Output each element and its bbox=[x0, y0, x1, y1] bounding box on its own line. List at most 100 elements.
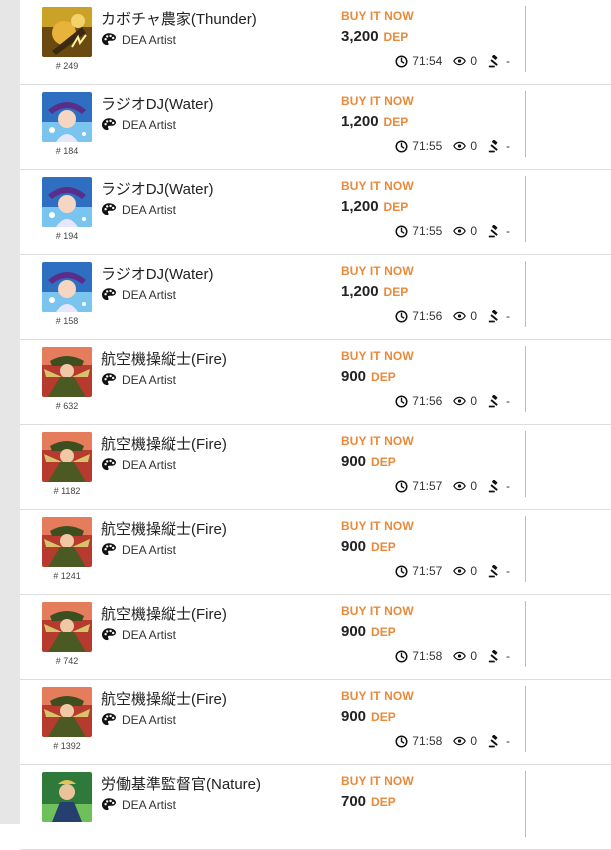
item-thumbnail[interactable] bbox=[42, 347, 92, 397]
price: 900 DEP bbox=[341, 453, 396, 470]
left-gutter bbox=[0, 0, 20, 824]
item-name[interactable]: ラジオDJ(Water) bbox=[101, 93, 213, 114]
palette-icon bbox=[101, 712, 122, 728]
gavel-icon bbox=[488, 564, 506, 578]
time-remaining-value: 71:57 bbox=[412, 564, 443, 578]
buy-it-now-label: BUY IT NOW bbox=[341, 689, 414, 703]
item-thumbnail[interactable] bbox=[42, 7, 92, 57]
item-name[interactable]: ラジオDJ(Water) bbox=[101, 178, 213, 199]
buy-it-now-label: BUY IT NOW bbox=[341, 604, 414, 618]
artist-name: DEA Artist bbox=[122, 713, 177, 727]
item-thumbnail[interactable] bbox=[42, 602, 92, 652]
time-remaining: 71:58 bbox=[395, 649, 442, 663]
item-thumbnail[interactable] bbox=[42, 92, 92, 142]
view-count-value: 0 bbox=[470, 649, 477, 663]
listing-row[interactable]: # 1182 航空機操縦士(Fire) DEA Artist BUY IT NOW 90… bbox=[20, 425, 611, 510]
item-thumbnail[interactable] bbox=[42, 517, 92, 567]
serial-number: # 184 bbox=[55, 146, 79, 156]
listing-row[interactable]: 労働基準監督官(Nature) DEA Artist BUY IT NOW 700 DE… bbox=[20, 765, 611, 850]
view-count-value: 0 bbox=[470, 394, 477, 408]
listing-row[interactable]: # 632 航空機操縦士(Fire) DEA Artist BUY IT NOW 900… bbox=[20, 340, 611, 425]
view-count-value: 0 bbox=[470, 54, 477, 68]
view-count: 0 bbox=[453, 54, 477, 68]
listing-stats: 71:58 0 - bbox=[384, 647, 510, 665]
view-count: 0 bbox=[453, 479, 477, 493]
eye-icon bbox=[453, 651, 470, 661]
gavel-icon bbox=[488, 649, 506, 663]
listing-stats: 71:56 0 - bbox=[384, 307, 510, 325]
price: 700 DEP bbox=[341, 793, 396, 810]
time-remaining: 71:56 bbox=[395, 309, 442, 323]
column-divider bbox=[525, 91, 526, 157]
item-name[interactable]: カボチャ農家(Thunder) bbox=[101, 8, 257, 29]
artist-line: DEA Artist bbox=[101, 542, 176, 558]
listing-row[interactable]: # 249 カボチャ農家(Thunder) DEA Artist BUY IT NOW… bbox=[20, 0, 611, 85]
price: 1,200 DEP bbox=[341, 198, 408, 215]
eye-icon bbox=[453, 56, 470, 66]
column-divider bbox=[525, 346, 526, 412]
bid-count-value: - bbox=[506, 224, 510, 238]
item-name[interactable]: 航空機操縦士(Fire) bbox=[101, 433, 227, 454]
eye-icon bbox=[453, 226, 470, 236]
eye-icon bbox=[453, 566, 470, 576]
serial-number: # 158 bbox=[55, 316, 79, 326]
item-name[interactable]: ラジオDJ(Water) bbox=[101, 263, 213, 284]
item-name[interactable]: 労働基準監督官(Nature) bbox=[101, 773, 261, 794]
bid-count: - bbox=[488, 394, 510, 408]
artist-name: DEA Artist bbox=[122, 203, 177, 217]
price-amount: 900 bbox=[341, 538, 367, 555]
bid-count-value: - bbox=[506, 649, 510, 663]
artist-line: DEA Artist bbox=[101, 372, 176, 388]
column-divider bbox=[525, 686, 526, 752]
item-thumbnail[interactable] bbox=[42, 772, 92, 822]
time-remaining: 71:55 bbox=[395, 139, 442, 153]
listing-row[interactable]: # 194 ラジオDJ(Water) DEA Artist BUY IT NOW 1,2… bbox=[20, 170, 611, 255]
clock-icon bbox=[395, 224, 412, 238]
time-remaining-value: 71:55 bbox=[412, 139, 443, 153]
item-thumbnail[interactable] bbox=[42, 687, 92, 737]
item-name[interactable]: 航空機操縦士(Fire) bbox=[101, 348, 227, 369]
gavel-icon bbox=[488, 734, 506, 748]
item-thumbnail[interactable] bbox=[42, 432, 92, 482]
price-amount: 900 bbox=[341, 623, 367, 640]
time-remaining-value: 71:57 bbox=[412, 479, 443, 493]
item-thumbnail[interactable] bbox=[42, 177, 92, 227]
view-count-value: 0 bbox=[470, 479, 477, 493]
price: 1,200 DEP bbox=[341, 283, 408, 300]
listing-row[interactable]: # 158 ラジオDJ(Water) DEA Artist BUY IT NOW 1,2… bbox=[20, 255, 611, 340]
clock-icon bbox=[395, 734, 412, 748]
palette-icon bbox=[101, 627, 122, 643]
bid-count: - bbox=[488, 734, 510, 748]
item-name[interactable]: 航空機操縦士(Fire) bbox=[101, 603, 227, 624]
price: 3,200 DEP bbox=[341, 28, 408, 45]
price-currency: DEP bbox=[371, 370, 396, 384]
listing-row[interactable]: # 184 ラジオDJ(Water) DEA Artist BUY IT NOW 1,2… bbox=[20, 85, 611, 170]
listing-stats: 71:54 0 - bbox=[384, 52, 510, 70]
price-amount: 700 bbox=[341, 793, 367, 810]
listing-row[interactable]: # 1392 航空機操縦士(Fire) DEA Artist BUY IT NOW 90… bbox=[20, 680, 611, 765]
bid-count-value: - bbox=[506, 479, 510, 493]
serial-number: # 1392 bbox=[53, 741, 81, 751]
clock-icon bbox=[395, 564, 412, 578]
column-divider bbox=[525, 261, 526, 327]
clock-icon bbox=[395, 139, 412, 153]
bid-count: - bbox=[488, 564, 510, 578]
listing-row[interactable]: # 742 航空機操縦士(Fire) DEA Artist BUY IT NOW 900… bbox=[20, 595, 611, 680]
item-name[interactable]: 航空機操縦士(Fire) bbox=[101, 518, 227, 539]
time-remaining-value: 71:58 bbox=[412, 649, 443, 663]
gavel-icon bbox=[488, 479, 506, 493]
view-count-value: 0 bbox=[470, 309, 477, 323]
time-remaining: 71:57 bbox=[395, 479, 442, 493]
gavel-icon bbox=[488, 309, 506, 323]
bid-count-value: - bbox=[506, 139, 510, 153]
price-currency: DEP bbox=[383, 200, 409, 214]
time-remaining: 71:58 bbox=[395, 734, 442, 748]
listing-stats: 71:55 0 - bbox=[384, 137, 510, 155]
artist-line: DEA Artist bbox=[101, 712, 176, 728]
column-divider bbox=[525, 516, 526, 582]
item-thumbnail[interactable] bbox=[42, 262, 92, 312]
item-name[interactable]: 航空機操縦士(Fire) bbox=[101, 688, 227, 709]
listing-row[interactable]: # 1241 航空機操縦士(Fire) DEA Artist BUY IT NOW 90… bbox=[20, 510, 611, 595]
buy-it-now-label: BUY IT NOW bbox=[341, 94, 414, 108]
artist-name: DEA Artist bbox=[122, 458, 177, 472]
